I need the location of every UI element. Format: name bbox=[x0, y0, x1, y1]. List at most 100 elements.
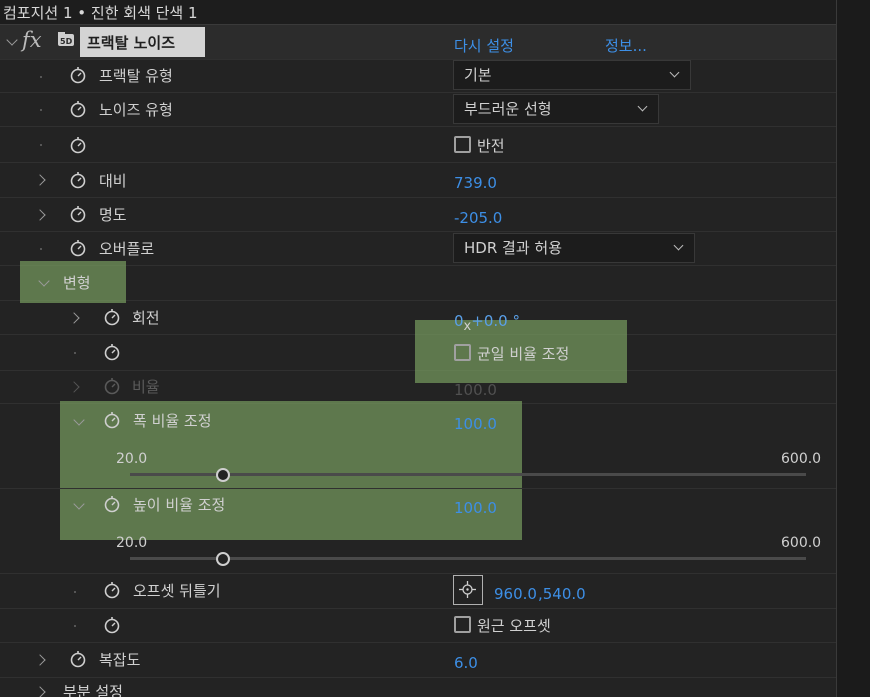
slider-track[interactable] bbox=[130, 473, 806, 476]
stopwatch-icon[interactable] bbox=[104, 411, 120, 429]
scale-value: 100.0 bbox=[454, 381, 497, 399]
slider-max: 600.0 bbox=[781, 535, 822, 551]
stopwatch-icon[interactable] bbox=[70, 171, 86, 189]
vertical-scrollbar[interactable] bbox=[836, 0, 870, 697]
stopwatch-icon[interactable] bbox=[70, 650, 86, 668]
property-row-brightness: 명도 -205.0 bbox=[0, 198, 836, 232]
property-row-perspective-offset: 원근 오프셋 bbox=[0, 609, 836, 643]
reset-link[interactable]: 다시 설정 bbox=[454, 35, 514, 56]
expand-chevron-icon[interactable] bbox=[34, 209, 46, 221]
noise-type-dropdown[interactable]: 부드러운 선형 bbox=[453, 94, 659, 124]
property-label: 노이즈 유형 bbox=[99, 101, 173, 119]
checkbox-label: 반전 bbox=[477, 137, 505, 155]
slider-min: 20.0 bbox=[116, 451, 148, 467]
effect-name: 프랙탈 노이즈 bbox=[87, 34, 176, 52]
rotation-separator: x bbox=[463, 319, 472, 334]
twirl-placeholder-dot bbox=[74, 625, 76, 627]
property-row-scale-height: 높이 비율 조정 100.0 20.0 600.0 bbox=[0, 489, 836, 574]
offset-x-value[interactable]: 960.0 bbox=[494, 585, 537, 603]
twirl-placeholder-dot bbox=[40, 144, 42, 146]
brightness-value[interactable]: -205.0 bbox=[454, 209, 502, 227]
expand-chevron-icon[interactable] bbox=[68, 381, 80, 393]
contrast-value[interactable]: 739.0 bbox=[454, 174, 497, 192]
complexity-value[interactable]: 6.0 bbox=[454, 654, 478, 672]
collapse-chevron-icon[interactable] bbox=[73, 498, 85, 510]
twirl-placeholder-dot bbox=[40, 248, 42, 250]
rotation-value[interactable]: 0x+0.0 ° bbox=[454, 312, 520, 334]
property-group-sub-settings[interactable]: 부분 설정 bbox=[0, 678, 836, 697]
stopwatch-icon[interactable] bbox=[70, 136, 86, 154]
stopwatch-icon[interactable] bbox=[104, 616, 120, 634]
stopwatch-icon[interactable] bbox=[104, 495, 120, 513]
stopwatch-icon[interactable] bbox=[104, 343, 120, 361]
property-label: 복잡도 bbox=[99, 651, 141, 669]
stopwatch-icon[interactable] bbox=[104, 581, 120, 599]
property-label: 프랙탈 유형 bbox=[99, 67, 173, 85]
chevron-down-icon bbox=[673, 240, 684, 251]
invert-checkbox[interactable] bbox=[454, 136, 471, 153]
property-row-complexity: 복잡도 6.0 bbox=[0, 643, 836, 678]
info-link[interactable]: 정보... bbox=[605, 35, 647, 56]
group-label: 변형 bbox=[63, 274, 91, 292]
property-row-contrast: 대비 739.0 bbox=[0, 163, 836, 198]
twirl-placeholder-dot bbox=[40, 109, 42, 111]
expand-chevron-icon[interactable] bbox=[68, 312, 80, 324]
fx-toggle-icon[interactable]: fx bbox=[22, 28, 42, 52]
point-picker-button[interactable] bbox=[453, 575, 483, 605]
slider-track[interactable] bbox=[130, 557, 806, 560]
fractal-type-dropdown[interactable]: 기본 bbox=[453, 60, 691, 90]
chevron-down-icon bbox=[669, 67, 680, 78]
property-row-scale-width: 폭 비율 조정 100.0 20.0 600.0 bbox=[0, 404, 836, 489]
stopwatch-icon[interactable] bbox=[70, 100, 86, 118]
property-label: 오버플로 bbox=[99, 240, 155, 258]
property-row-fractal-type: 프랙탈 유형 기본 bbox=[0, 60, 836, 93]
overflow-dropdown[interactable]: HDR 결과 허용 bbox=[453, 233, 695, 263]
expand-chevron-icon[interactable] bbox=[34, 174, 46, 186]
property-label: 오프셋 뒤틀기 bbox=[133, 582, 221, 600]
rotation-degrees: +0.0 ° bbox=[471, 312, 520, 330]
expand-chevron-icon[interactable] bbox=[34, 686, 46, 697]
property-label: 대비 bbox=[99, 172, 127, 190]
checkbox-label: 균일 비율 조정 bbox=[477, 345, 570, 363]
group-label: 부분 설정 bbox=[63, 683, 123, 697]
property-row-invert: 반전 bbox=[0, 127, 836, 163]
dropdown-value: 부드러운 선형 bbox=[464, 100, 552, 118]
offset-y-value[interactable]: ,540.0 bbox=[538, 585, 586, 603]
property-label: 폭 비율 조정 bbox=[133, 412, 212, 430]
stopwatch-icon[interactable] bbox=[70, 66, 86, 84]
crosshair-icon bbox=[459, 581, 476, 598]
stopwatch-icon[interactable] bbox=[70, 205, 86, 223]
chevron-down-icon bbox=[637, 101, 648, 112]
panel-title: 컴포지션 1 • 진한 회색 단색 1 bbox=[3, 4, 198, 22]
uniform-scale-checkbox[interactable] bbox=[454, 344, 471, 361]
twirl-placeholder-dot bbox=[74, 352, 76, 354]
property-group-transform[interactable]: 변형 bbox=[0, 261, 836, 303]
slider-handle[interactable] bbox=[216, 468, 231, 482]
scale-width-value[interactable]: 100.0 bbox=[454, 415, 497, 433]
svg-text:5D: 5D bbox=[60, 37, 73, 46]
effect-header-row[interactable]: fx 5D 프랙탈 노이즈 다시 설정 정보... bbox=[0, 25, 836, 60]
perspective-offset-checkbox[interactable] bbox=[454, 616, 471, 633]
property-row-offset-turbulence: 오프셋 뒤틀기 960.0 ,540.0 bbox=[0, 574, 836, 609]
effect-preset-icon[interactable]: 5D bbox=[57, 31, 75, 47]
collapse-effect-chevron-icon[interactable] bbox=[6, 34, 18, 46]
dropdown-value: HDR 결과 허용 bbox=[464, 239, 562, 257]
property-label: 높이 비율 조정 bbox=[133, 496, 226, 514]
panel-title-bar: 컴포지션 1 • 진한 회색 단색 1 bbox=[0, 0, 836, 25]
stopwatch-icon[interactable] bbox=[70, 239, 86, 257]
property-label: 비율 bbox=[132, 378, 160, 396]
expand-chevron-icon[interactable] bbox=[34, 654, 46, 666]
scale-height-value[interactable]: 100.0 bbox=[454, 499, 497, 517]
stopwatch-icon[interactable] bbox=[104, 308, 120, 326]
property-row-noise-type: 노이즈 유형 부드러운 선형 bbox=[0, 93, 836, 127]
slider-max: 600.0 bbox=[781, 451, 822, 467]
property-label: 명도 bbox=[99, 206, 127, 224]
checkbox-label: 원근 오프셋 bbox=[477, 617, 551, 635]
property-label: 회전 bbox=[132, 309, 160, 327]
collapse-chevron-icon[interactable] bbox=[73, 414, 85, 426]
dropdown-value: 기본 bbox=[464, 66, 492, 84]
twirl-placeholder-dot bbox=[40, 76, 42, 78]
slider-handle[interactable] bbox=[216, 552, 231, 566]
twirl-placeholder-dot bbox=[74, 591, 76, 593]
rotation-revolutions: 0 bbox=[454, 312, 464, 330]
